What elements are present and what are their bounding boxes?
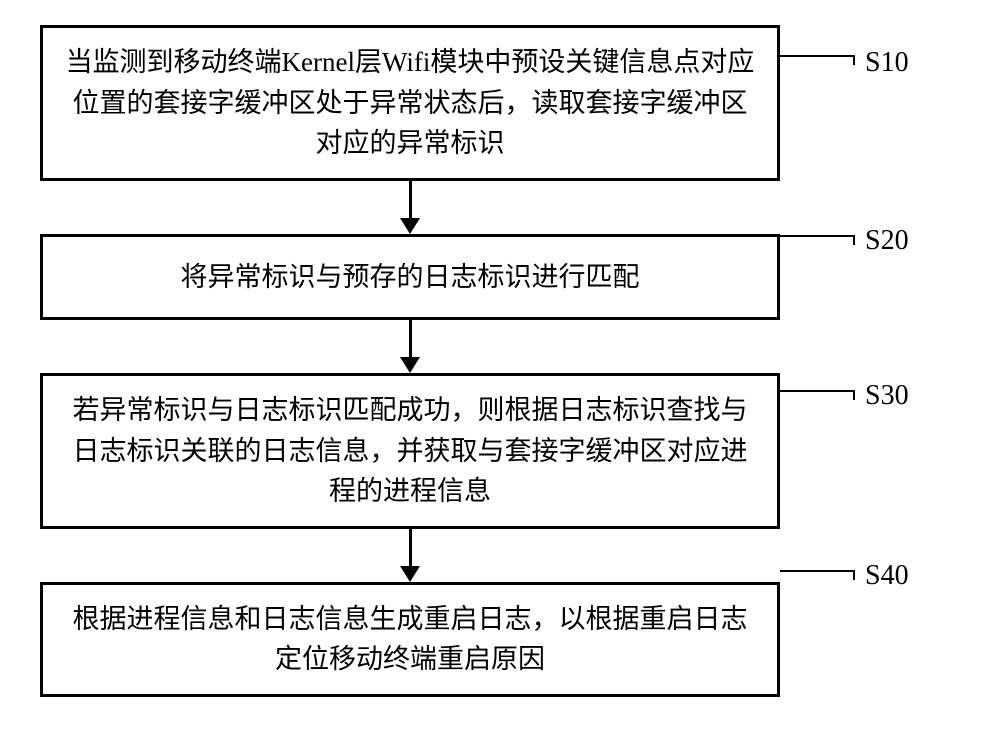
step-text: 将异常标识与预存的日志标识进行匹配 xyxy=(181,262,640,292)
step-box-s30: 若异常标识与日志标识匹配成功，则根据日志标识查找与日志标识关联的日志信息，并获取… xyxy=(40,373,780,529)
arrow-head-icon xyxy=(400,218,420,234)
step-label-s40: S40 xyxy=(865,560,909,592)
step-label-s20: S20 xyxy=(865,225,909,257)
connector-1 xyxy=(40,181,780,234)
label-connector-s30 xyxy=(780,390,855,400)
label-connector-s20 xyxy=(780,235,855,245)
connector-2 xyxy=(40,320,780,373)
step-box-s40: 根据进程信息和日志信息生成重启日志，以根据重启日志定位移动终端重启原因 xyxy=(40,582,780,697)
step-box-s10: 当监测到移动终端Kernel层Wifi模块中预设关键信息点对应位置的套接字缓冲区… xyxy=(40,25,780,181)
label-connector-s40 xyxy=(780,570,855,580)
step-box-s20: 将异常标识与预存的日志标识进行匹配 xyxy=(40,234,780,321)
arrow-line xyxy=(409,181,412,219)
label-connector-s10 xyxy=(780,55,855,65)
step-label-s30: S30 xyxy=(865,380,909,412)
flowchart-container: 当监测到移动终端Kernel层Wifi模块中预设关键信息点对应位置的套接字缓冲区… xyxy=(40,25,960,697)
arrow-head-icon xyxy=(400,357,420,373)
step-text: 当监测到移动终端Kernel层Wifi模块中预设关键信息点对应位置的套接字缓冲区… xyxy=(66,47,755,158)
arrow-line xyxy=(409,529,412,567)
arrow-head-icon xyxy=(400,566,420,582)
arrow-line xyxy=(409,320,412,358)
step-label-s10: S10 xyxy=(865,47,909,79)
step-text: 根据进程信息和日志信息生成重启日志，以根据重启日志定位移动终端重启原因 xyxy=(73,604,748,675)
connector-3 xyxy=(40,529,780,582)
step-text: 若异常标识与日志标识匹配成功，则根据日志标识查找与日志标识关联的日志信息，并获取… xyxy=(73,395,748,506)
